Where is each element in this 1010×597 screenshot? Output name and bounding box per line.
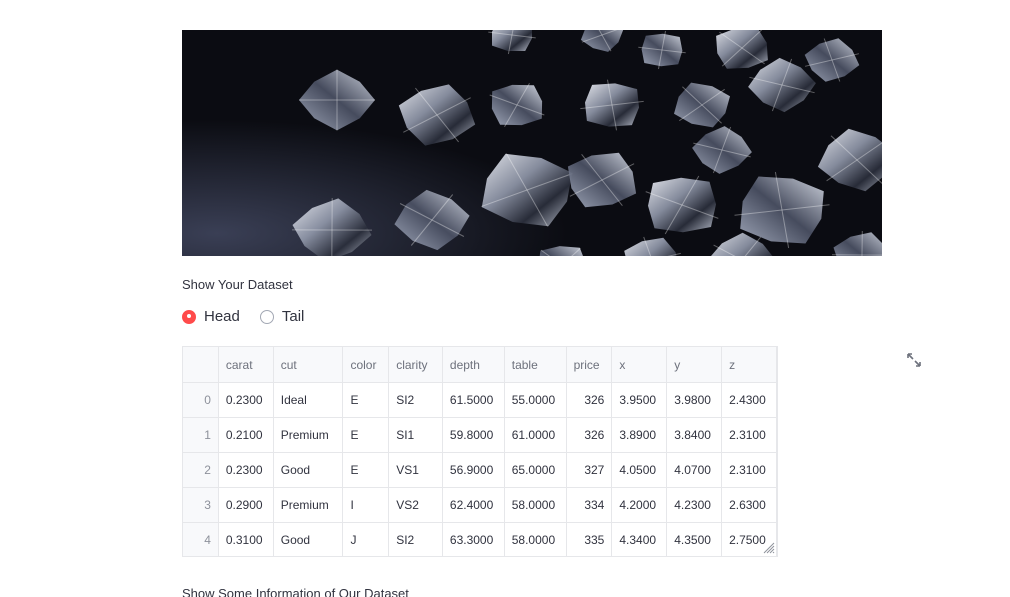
row-index[interactable]: 0 [183, 382, 219, 418]
row-index[interactable]: 4 [183, 522, 219, 556]
table-cell[interactable]: Good [273, 452, 344, 488]
diamonds-illustration [182, 30, 882, 256]
table-cell[interactable]: 61.5000 [442, 382, 505, 418]
table-cell[interactable]: 327 [566, 452, 613, 488]
table-cell[interactable]: E [342, 382, 390, 418]
table-cell[interactable]: 0.2900 [218, 487, 274, 523]
table-cell[interactable]: 2.4300 [721, 382, 777, 418]
column-header-price[interactable]: price [566, 347, 613, 383]
table-row: 1 0.2100 Premium E SI1 59.8000 61.0000 326 3.890… [183, 417, 777, 453]
table-cell[interactable]: SI2 [388, 382, 443, 418]
column-header-color[interactable]: color [342, 347, 390, 383]
table-cell[interactable]: E [342, 452, 390, 488]
table-cell[interactable]: 335 [566, 522, 613, 556]
table-cell[interactable]: SI1 [388, 417, 443, 453]
table-cell[interactable]: 61.0000 [504, 417, 567, 453]
row-index[interactable]: 2 [183, 452, 219, 488]
radio-label-tail: Tail [281, 308, 305, 325]
table-cell[interactable]: 0.3100 [218, 522, 274, 556]
column-header-clarity[interactable]: clarity [388, 347, 443, 383]
table-row: 3 0.2900 Premium I VS2 62.4000 58.0000 334 4.200… [183, 487, 777, 523]
table-cell[interactable]: E [342, 417, 390, 453]
table-row: 0 0.2300 Ideal E SI2 61.5000 55.0000 326 3.9500 3… [183, 382, 777, 418]
column-header-table[interactable]: table [504, 347, 567, 383]
table-cell[interactable]: Premium [273, 417, 344, 453]
table-cell[interactable]: 3.9500 [611, 382, 668, 418]
table-cell[interactable]: 326 [566, 417, 613, 453]
table-row: 2 0.2300 Good E VS1 56.9000 65.0000 327 4.0500 4.… [183, 452, 777, 488]
dataframe[interactable]: carat cut color clarity depth table price x y z 0… [182, 346, 778, 557]
table-cell[interactable]: 2.3100 [721, 417, 777, 453]
column-header-cut[interactable]: cut [273, 347, 344, 383]
table-cell[interactable]: 4.2300 [666, 487, 723, 523]
info-section-label: Show Some Information of Our Dataset [182, 586, 409, 597]
table-cell[interactable]: 4.0500 [611, 452, 668, 488]
table-cell[interactable]: 3.9800 [666, 382, 723, 418]
resize-handle-icon[interactable] [763, 542, 775, 554]
radio-label-head: Head [204, 308, 240, 325]
table-cell[interactable]: 55.0000 [504, 382, 567, 418]
page: Show Your Dataset Head Tail carat cut colo… [0, 0, 1010, 597]
table-cell[interactable]: 4.3500 [666, 522, 723, 556]
table-cell[interactable]: 58.0000 [504, 487, 567, 523]
table-cell[interactable]: 4.0700 [666, 452, 723, 488]
diamonds-image [182, 30, 882, 256]
table-cell[interactable]: 4.3400 [611, 522, 668, 556]
table-cell[interactable]: 326 [566, 382, 613, 418]
table-cell[interactable]: 62.4000 [442, 487, 505, 523]
table-cell[interactable]: 334 [566, 487, 613, 523]
row-index[interactable]: 3 [183, 487, 219, 523]
dataframe-table: carat cut color clarity depth table price x y z 0… [183, 347, 777, 556]
table-cell[interactable]: Premium [273, 487, 344, 523]
table-cell[interactable]: 2.6300 [721, 487, 777, 523]
head-tail-radio-group: Head Tail [182, 308, 324, 325]
table-cell[interactable]: 3.8400 [666, 417, 723, 453]
radio-option-head[interactable]: Head [182, 308, 240, 325]
row-index[interactable]: 1 [183, 417, 219, 453]
table-cell[interactable]: 56.9000 [442, 452, 505, 488]
table-cell[interactable]: 4.2000 [611, 487, 668, 523]
table-cell[interactable]: 3.8900 [611, 417, 668, 453]
table-cell[interactable]: 59.8000 [442, 417, 505, 453]
table-cell[interactable]: 58.0000 [504, 522, 567, 556]
table-cell[interactable]: J [342, 522, 390, 556]
table-cell[interactable]: VS2 [388, 487, 443, 523]
table-cell[interactable]: 0.2300 [218, 452, 274, 488]
column-header-y[interactable]: y [666, 347, 723, 383]
table-row: 4 0.3100 Good J SI2 63.3000 58.0000 335 4.3400 4.… [183, 522, 777, 556]
table-cell[interactable]: SI2 [388, 522, 443, 556]
table-cell[interactable]: Ideal [273, 382, 344, 418]
radio-option-tail[interactable]: Tail [259, 308, 305, 325]
column-header-carat[interactable]: carat [218, 347, 274, 383]
table-cell[interactable]: 63.3000 [442, 522, 505, 556]
table-cell[interactable]: VS1 [388, 452, 443, 488]
radio-button-tail[interactable] [259, 309, 274, 324]
table-cell[interactable]: I [342, 487, 390, 523]
column-header-z[interactable]: z [721, 347, 777, 383]
table-cell[interactable]: Good [273, 522, 344, 556]
expand-icon[interactable] [906, 352, 922, 368]
dataset-section-label: Show Your Dataset [182, 277, 293, 292]
index-header[interactable] [183, 347, 219, 383]
radio-button-head[interactable] [182, 309, 196, 324]
column-header-x[interactable]: x [611, 347, 668, 383]
column-header-depth[interactable]: depth [442, 347, 505, 383]
table-header-row: carat cut color clarity depth table price x y z [183, 347, 777, 383]
table-cell[interactable]: 0.2100 [218, 417, 274, 453]
table-cell[interactable]: 65.0000 [504, 452, 567, 488]
table-cell[interactable]: 0.2300 [218, 382, 274, 418]
table-cell[interactable]: 2.3100 [721, 452, 777, 488]
